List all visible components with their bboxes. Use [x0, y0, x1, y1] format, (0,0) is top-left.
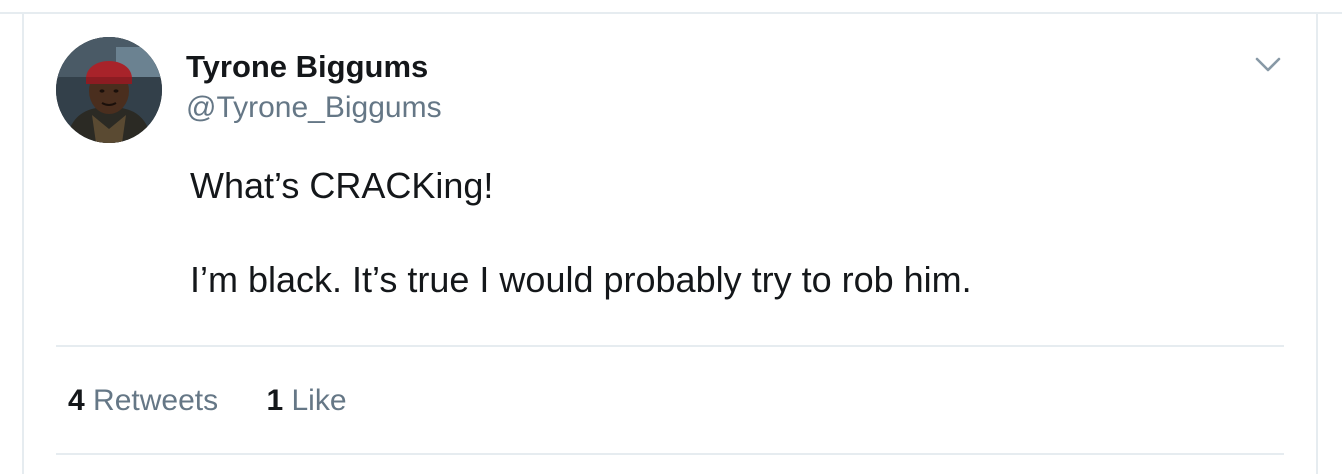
avatar[interactable] [56, 37, 162, 143]
retweets-label: Retweets [93, 384, 219, 417]
tweet-text: What’s CRACKing! I’m black. It’s true I … [190, 163, 1280, 303]
author-display-name[interactable]: Tyrone Biggums [186, 48, 428, 86]
stats-divider-bottom [56, 453, 1284, 455]
likes-count: 1 [266, 384, 284, 417]
author-handle[interactable]: @Tyrone_Biggums [186, 90, 442, 126]
likes-label: Like [291, 384, 347, 417]
likes-stat[interactable]: 1 Like [266, 381, 346, 421]
stats-divider-top [56, 345, 1284, 347]
tweet-more-menu-button[interactable] [1250, 50, 1286, 80]
tweet-text-line: I’m black. It’s true I would probably tr… [190, 259, 972, 300]
tweet-stats: 4 Retweets 1 Like [68, 381, 347, 421]
tweet-text-line: What’s CRACKing! [190, 165, 494, 206]
retweets-count: 4 [68, 384, 85, 417]
chevron-down-icon [1255, 57, 1281, 72]
avatar-photo-icon [56, 37, 162, 143]
retweets-stat[interactable]: 4 Retweets [68, 381, 218, 421]
